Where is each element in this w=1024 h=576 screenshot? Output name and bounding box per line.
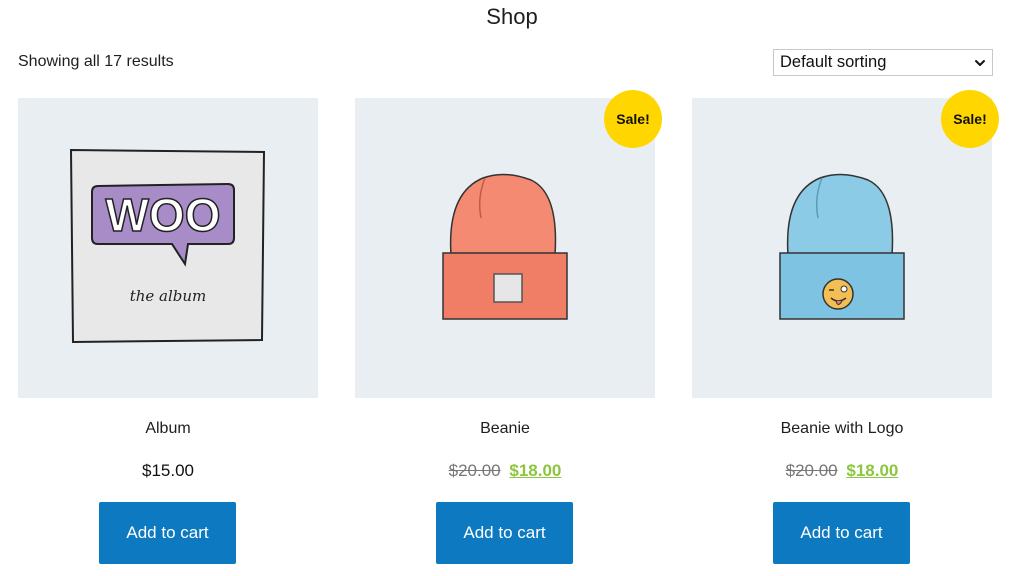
old-price: $20.00	[785, 461, 838, 480]
result-count: Showing all 17 results	[18, 53, 174, 70]
woo-album-illustration: WOO the album	[69, 148, 266, 344]
page-title: Shop	[486, 4, 538, 29]
album-subtitle-text: the album	[130, 287, 207, 305]
sale-price: $18.00	[509, 461, 562, 480]
add-to-cart-button[interactable]: Add to cart	[773, 502, 910, 564]
sale-badge: Sale!	[604, 90, 662, 148]
product-image-album[interactable]: WOO the album	[18, 98, 318, 398]
sale-price: $18.00	[846, 461, 899, 480]
product-price: $20.00 $18.00	[355, 461, 655, 481]
orange-beanie-illustration	[442, 173, 568, 320]
product-title[interactable]: Beanie with Logo	[692, 420, 992, 438]
product-image-beanie[interactable]: Sale!	[355, 90, 662, 398]
add-to-cart-button[interactable]: Add to cart	[436, 502, 573, 564]
add-to-cart-button[interactable]: Add to cart	[99, 502, 236, 564]
sorting-select[interactable]: Default sorting	[773, 49, 993, 76]
regular-price: $15.00	[142, 461, 194, 480]
album-woo-text: WOO	[106, 189, 221, 241]
sale-badge: Sale!	[941, 90, 999, 148]
old-price: $20.00	[448, 461, 501, 480]
product-card-album: WOO the album Album $15.00 Add to cart	[18, 98, 318, 564]
chevron-down-icon	[974, 57, 986, 69]
product-price: $15.00	[18, 461, 318, 481]
product-card-beanie-with-logo: Sale! Beanie with Logo $20.00 $18.00 Add…	[692, 90, 999, 564]
product-price: $20.00 $18.00	[692, 461, 992, 481]
product-image-beanie-with-logo[interactable]: Sale!	[692, 90, 999, 398]
sorting-selected-value: Default sorting	[780, 53, 887, 71]
product-title[interactable]: Beanie	[355, 420, 655, 438]
blue-beanie-with-logo-illustration	[779, 173, 905, 320]
product-card-beanie: Sale! Beanie $20.00 $18.00 Add to cart	[355, 90, 662, 564]
product-title[interactable]: Album	[18, 420, 318, 438]
